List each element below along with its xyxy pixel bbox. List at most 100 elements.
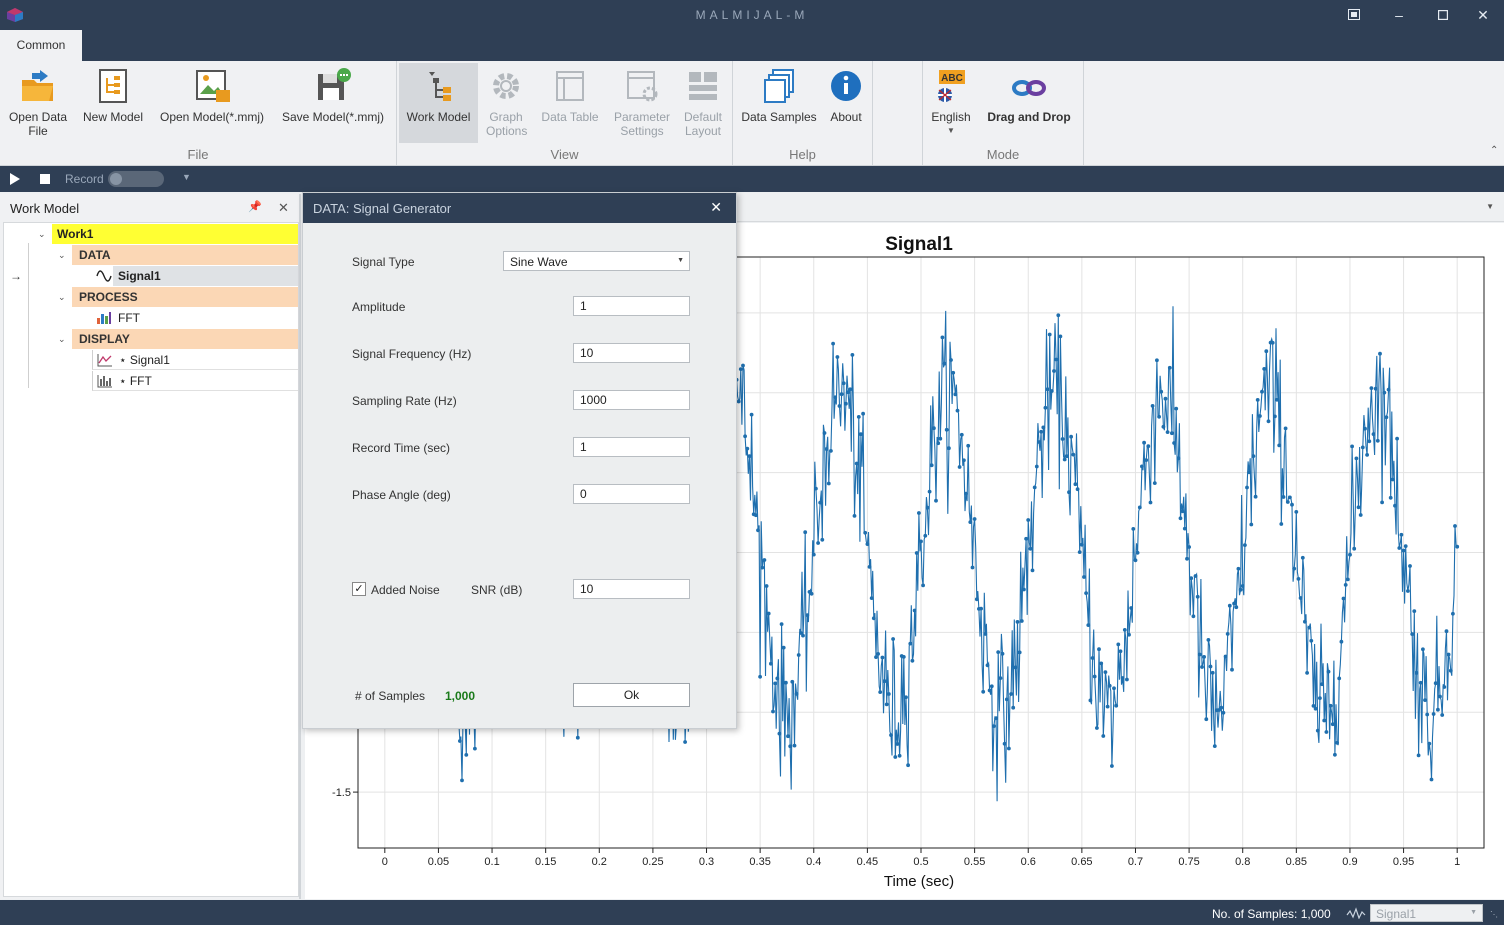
data-point xyxy=(942,361,947,366)
chevron-down-icon[interactable]: ⌄ xyxy=(58,329,66,349)
data-point xyxy=(1436,707,1440,712)
document-menu-icon[interactable]: ▼ xyxy=(1486,202,1494,211)
data-samples-icon xyxy=(764,69,794,103)
record-toolbar: Record ▼ xyxy=(0,166,1504,192)
record-dropdown-icon[interactable]: ▼ xyxy=(182,172,191,182)
tree-category-process[interactable]: ⌄ PROCESS xyxy=(52,287,298,307)
data-point xyxy=(1292,566,1297,571)
language-button[interactable]: ABC English ▼ xyxy=(928,63,974,138)
data-point xyxy=(1262,367,1267,371)
drag-and-drop-button[interactable]: Drag and Drop xyxy=(980,63,1078,124)
signal-select[interactable]: Signal1 ▼ xyxy=(1370,904,1483,922)
data-point xyxy=(1348,552,1352,557)
data-point xyxy=(1144,458,1149,462)
data-point xyxy=(1356,505,1361,510)
phase-angle-input[interactable] xyxy=(573,484,690,504)
tab-common[interactable]: Common xyxy=(0,30,82,61)
tree-root-row[interactable]: ⌄ Work1 xyxy=(32,224,298,244)
default-layout-button[interactable]: Default Layout xyxy=(680,63,726,138)
data-point xyxy=(1052,369,1056,373)
frequency-input[interactable] xyxy=(573,343,690,363)
data-point xyxy=(1221,710,1226,715)
graph-options-button[interactable]: Graph Options xyxy=(480,63,532,138)
data-point xyxy=(754,513,758,518)
snr-input[interactable] xyxy=(573,579,690,599)
data-samples-button[interactable]: Data Samples xyxy=(738,63,820,124)
tree-item-display-fft[interactable]: ⋆ FFT xyxy=(92,371,298,391)
data-point xyxy=(1315,728,1320,733)
tree-item-fft[interactable]: FFT xyxy=(92,308,298,328)
data-point xyxy=(1326,669,1331,674)
chevron-down-icon[interactable]: ⌄ xyxy=(58,287,66,307)
x-tick-label: 0.7 xyxy=(1128,856,1143,868)
signal-type-select[interactable]: Sine Wave ▼ xyxy=(503,251,690,271)
work-model-header: Work Model 📌 ✕ xyxy=(0,194,299,222)
chevron-down-icon[interactable]: ⌄ xyxy=(58,245,66,265)
added-noise-checkbox[interactable]: ✓ xyxy=(352,582,366,596)
about-button[interactable]: About xyxy=(824,63,868,124)
maximize-button[interactable] xyxy=(1433,6,1453,24)
pin-icon[interactable]: 📌 xyxy=(248,200,262,213)
data-point xyxy=(1251,454,1256,458)
play-icon[interactable] xyxy=(10,173,20,185)
record-toggle[interactable] xyxy=(108,171,164,187)
infinity-icon xyxy=(1012,80,1046,96)
data-point xyxy=(1202,655,1206,659)
resize-grip-icon[interactable]: ⋱ xyxy=(1490,910,1498,919)
close-window-button[interactable]: ✕ xyxy=(1473,6,1493,24)
new-model-button[interactable]: New Model xyxy=(78,63,148,124)
amplitude-input[interactable] xyxy=(573,296,690,316)
data-point xyxy=(1013,665,1018,670)
data-point xyxy=(1120,676,1125,680)
chevron-down-icon[interactable]: ⌄ xyxy=(38,224,46,244)
open-model-button[interactable]: Open Model(*.mmj) xyxy=(154,63,270,124)
parameter-settings-button[interactable]: Parameter Settings xyxy=(608,63,676,138)
data-point xyxy=(1182,526,1187,531)
data-point xyxy=(1337,676,1342,681)
data-point xyxy=(934,498,938,503)
work-model-button[interactable]: Work Model xyxy=(399,63,478,143)
restore-layout-button[interactable] xyxy=(1344,6,1364,24)
data-point xyxy=(1412,609,1417,613)
record-time-input[interactable] xyxy=(573,437,690,457)
data-point xyxy=(1279,522,1284,526)
data-point xyxy=(1011,705,1016,710)
tree-category-label: DATA xyxy=(72,245,298,265)
data-table-button[interactable]: Data Table xyxy=(538,63,602,124)
data-point xyxy=(790,679,795,684)
minimize-button[interactable]: – xyxy=(1389,6,1409,24)
data-point xyxy=(852,514,857,518)
data-point xyxy=(473,746,477,751)
tree-category-data[interactable]: ⌄ DATA xyxy=(52,245,298,265)
tree-item-display-signal1[interactable]: ⋆ Signal1 xyxy=(92,350,298,370)
close-dialog-icon[interactable]: ✕ xyxy=(710,199,722,216)
data-point xyxy=(1080,542,1084,547)
data-point xyxy=(1386,387,1391,392)
data-point xyxy=(1180,509,1185,514)
stop-icon[interactable] xyxy=(40,174,50,184)
data-point xyxy=(1438,694,1442,699)
data-point xyxy=(788,744,793,749)
data-point xyxy=(1206,638,1211,642)
data-point xyxy=(893,755,898,759)
data-point xyxy=(775,676,780,681)
data-point xyxy=(1077,550,1082,554)
sampling-rate-input[interactable] xyxy=(573,390,690,410)
tree-category-display[interactable]: ⌄ DISPLAY xyxy=(52,329,298,349)
line-chart-icon xyxy=(97,354,112,367)
collapse-ribbon-icon[interactable]: ⌃ xyxy=(1490,145,1498,156)
data-point xyxy=(1191,614,1196,619)
data-point xyxy=(957,465,962,469)
new-model-icon xyxy=(99,69,127,103)
close-panel-icon[interactable]: ✕ xyxy=(278,200,289,216)
ok-button[interactable]: Ok xyxy=(573,683,690,707)
data-point xyxy=(1193,574,1198,578)
data-point xyxy=(1097,647,1101,652)
open-data-file-button[interactable]: Open Data File xyxy=(4,63,72,138)
tree-item-signal1[interactable]: → Signal1 xyxy=(4,266,298,286)
save-model-button[interactable]: Save Model(*.mmj) xyxy=(276,63,390,124)
x-tick-label: 0.3 xyxy=(699,856,714,868)
data-point xyxy=(1281,495,1286,499)
x-axis: 0 0.05 0.1 0.15 0.2 0.25 0.3 0.35 0.4 0.45 0.5 0.55… xyxy=(382,848,1460,868)
data-point xyxy=(779,622,784,626)
